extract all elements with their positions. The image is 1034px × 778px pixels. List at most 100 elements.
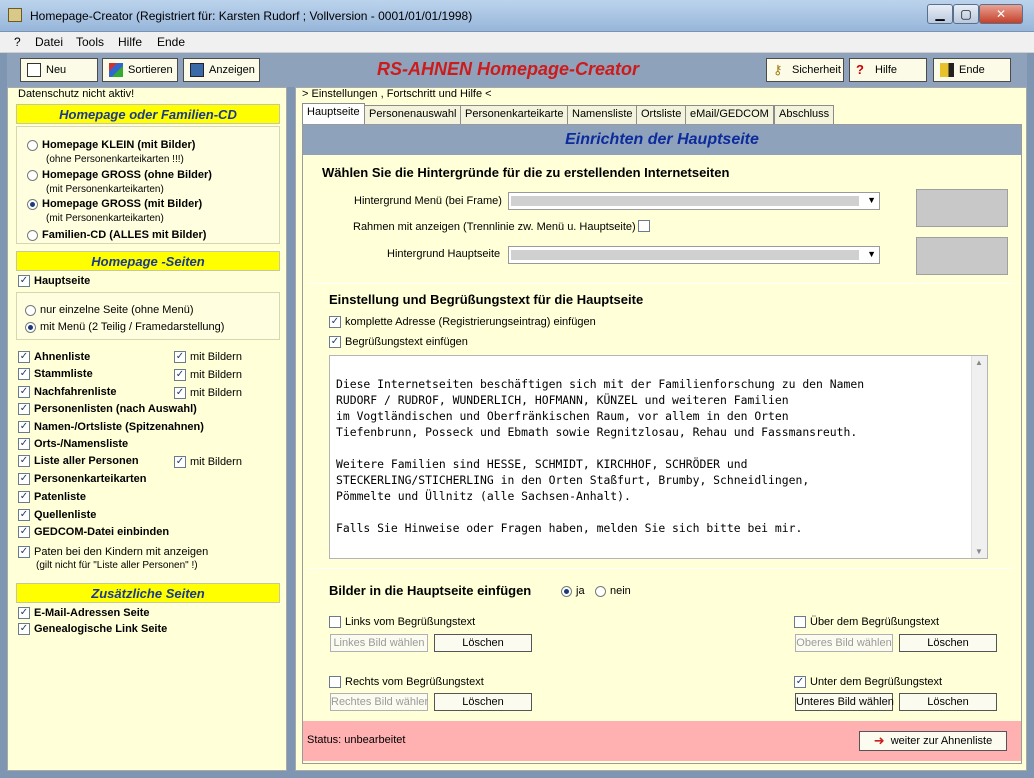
tab-personenkarteikarte[interactable]: Personenkarteikarte [460, 105, 569, 124]
hilfe-button[interactable]: ? Hilfe [849, 58, 927, 82]
loeschen-rechts-button[interactable]: Löschen [434, 693, 532, 711]
checkbox[interactable]: ✓ [18, 421, 30, 433]
radio-homepage-klein[interactable]: Homepage KLEIN (mit Bilder) [27, 139, 195, 151]
checkbox[interactable]: ✓ [18, 386, 30, 398]
bg-menu-select[interactable]: ▼ [508, 192, 880, 210]
neu-button[interactable]: Neu [20, 58, 98, 82]
loeschen-ueber-button[interactable]: Löschen [899, 634, 997, 652]
checkbox[interactable]: ✓ [174, 369, 186, 381]
radio-indicator[interactable] [27, 139, 38, 151]
loeschen-unter-button[interactable]: Löschen [899, 693, 997, 711]
tab-personenauswahl[interactable]: Personenauswahl [364, 105, 462, 124]
check-gedcom[interactable]: ✓ GEDCOM-Datei einbinden [18, 526, 169, 538]
radio-indicator[interactable] [27, 169, 38, 181]
check-ahnenliste[interactable]: ✓ Ahnenliste [18, 351, 90, 363]
checkbox[interactable]: ✓ [18, 403, 30, 415]
check-email-seite[interactable]: ✓ E-Mail-Adressen Seite [18, 607, 150, 619]
loeschen-links-button[interactable]: Löschen [434, 634, 532, 652]
check-personenlisten[interactable]: ✓ Personenlisten (nach Auswahl) [18, 403, 197, 415]
checkbox[interactable]: ✓ [174, 351, 186, 363]
unteres-bild-button[interactable]: Unteres Bild wählen [795, 693, 894, 711]
checkbox[interactable]: ✓ [18, 509, 30, 521]
greeting-scrollbar[interactable]: ▲ ▼ [971, 356, 987, 558]
check-quellenliste[interactable]: ✓ Quellenliste [18, 509, 96, 521]
checkbox[interactable]: ✓ [18, 623, 30, 635]
checkbox[interactable]: ✓ [18, 438, 30, 450]
close-button[interactable]: ✕ [979, 4, 1023, 24]
checkbox[interactable]: ✓ [18, 546, 30, 558]
radio-indicator[interactable] [27, 198, 38, 210]
check-begruessung[interactable]: ✓ Begrüßungstext einfügen [329, 336, 468, 348]
checkbox[interactable]: ✓ [18, 351, 30, 363]
linkes-bild-button[interactable]: Linkes Bild wählen [330, 634, 428, 652]
check-liste-aller-bilder[interactable]: ✓ mit Bildern [174, 456, 242, 468]
maximize-button[interactable]: ▢ [953, 4, 979, 24]
next-button[interactable]: ➜ weiter zur Ahnenliste [859, 731, 1007, 751]
check-hauptseite[interactable]: ✓ Hauptseite [18, 275, 90, 287]
greeting-textarea[interactable]: Diese Internetseiten beschäftigen sich m… [329, 355, 988, 559]
minimize-button[interactable]: ▁ [927, 4, 953, 24]
check-patenliste[interactable]: ✓ Patenliste [18, 491, 86, 503]
checkbox[interactable]: ✓ [174, 456, 186, 468]
radio-indicator[interactable] [25, 304, 36, 316]
sortieren-button[interactable]: Sortieren [102, 58, 178, 82]
rechtes-bild-button[interactable]: Rechtes Bild wähler [330, 693, 428, 711]
checkbox[interactable]: ✓ [18, 473, 30, 485]
rahmen-checkbox[interactable] [638, 220, 650, 233]
radio-indicator[interactable] [25, 321, 36, 333]
check-link-seite[interactable]: ✓ Genealogische Link Seite [18, 623, 167, 635]
check-stammliste-bilder[interactable]: ✓ mit Bildern [174, 369, 242, 381]
radio-bilder-ja[interactable]: ja [561, 585, 585, 597]
check-rechts[interactable]: Rechts vom Begrüßungstext [329, 676, 484, 688]
tab-hauptseite[interactable]: Hauptseite [302, 103, 365, 124]
scroll-down-icon[interactable]: ▼ [975, 547, 983, 556]
checkbox[interactable]: ✓ [18, 526, 30, 538]
radio-homepage-gross-mit[interactable]: Homepage GROSS (mit Bilder) [27, 198, 202, 210]
ende-button[interactable]: Ende [933, 58, 1011, 82]
bg-main-select[interactable]: ▼ [508, 246, 880, 264]
check-personenkarteikarten[interactable]: ✓ Personenkarteikarten [18, 473, 147, 485]
radio-homepage-gross-ohne[interactable]: Homepage GROSS (ohne Bilder) [27, 169, 212, 181]
checkbox[interactable]: ✓ [18, 491, 30, 503]
check-links[interactable]: Links vom Begrüßungstext [329, 616, 475, 628]
scroll-up-icon[interactable]: ▲ [975, 358, 983, 367]
anzeigen-button[interactable]: Anzeigen [183, 58, 260, 82]
checkbox[interactable] [794, 616, 806, 628]
checkbox[interactable]: ✓ [18, 455, 30, 467]
check-ahnenliste-bilder[interactable]: ✓ mit Bildern [174, 351, 242, 363]
radio-indicator[interactable] [595, 585, 606, 597]
checkbox[interactable]: ✓ [329, 336, 341, 348]
radio-mit-menue[interactable]: mit Menü (2 Teilig / Framedarstellung) [25, 321, 224, 333]
tab-ortsliste[interactable]: Ortsliste [636, 105, 687, 124]
menu-help-question[interactable]: ? [14, 35, 21, 49]
checkbox[interactable]: ✓ [18, 607, 30, 619]
check-stammliste[interactable]: ✓ Stammliste [18, 368, 93, 380]
checkbox[interactable]: ✓ [329, 316, 341, 328]
menu-ende[interactable]: Ende [157, 35, 185, 49]
menu-tools[interactable]: Tools [76, 35, 104, 49]
tab-abschluss[interactable]: Abschluss [774, 105, 835, 124]
checkbox[interactable]: ✓ [18, 275, 30, 287]
check-nachfahrenliste-bilder[interactable]: ✓ mit Bildern [174, 387, 242, 399]
checkbox[interactable] [329, 616, 341, 628]
radio-indicator[interactable] [561, 585, 572, 597]
check-nachfahrenliste[interactable]: ✓ Nachfahrenliste [18, 386, 117, 398]
check-namen-ortsliste[interactable]: ✓ Namen-/Ortsliste (Spitzenahnen) [18, 421, 204, 433]
oberes-bild-button[interactable]: Oberes Bild wählen [795, 634, 893, 652]
check-adresse[interactable]: ✓ komplette Adresse (Registrierungseintra… [329, 316, 596, 328]
check-liste-aller-personen[interactable]: ✓ Liste aller Personen [18, 455, 139, 467]
radio-familien-cd[interactable]: Familien-CD (ALLES mit Bilder) [27, 229, 206, 241]
checkbox[interactable]: ✓ [794, 676, 806, 688]
radio-bilder-nein[interactable]: nein [595, 585, 631, 597]
check-paten-anzeigen[interactable]: ✓ Paten bei den Kindern mit anzeigen [18, 546, 208, 558]
sicherheit-button[interactable]: ⚷ Sicherheit [766, 58, 844, 82]
tab-namensliste[interactable]: Namensliste [567, 105, 638, 124]
radio-einzelne-seite[interactable]: nur einzelne Seite (ohne Menü) [25, 304, 193, 316]
check-orts-namensliste[interactable]: ✓ Orts-/Namensliste [18, 438, 128, 450]
checkbox[interactable]: ✓ [174, 387, 186, 399]
menu-hilfe[interactable]: Hilfe [118, 35, 142, 49]
checkbox[interactable]: ✓ [18, 368, 30, 380]
tab-email-gedcom[interactable]: eMail/GEDCOM [685, 105, 774, 124]
check-unter[interactable]: ✓ Unter dem Begrüßungstext [794, 676, 942, 688]
check-ueber[interactable]: Über dem Begrüßungstext [794, 616, 939, 628]
